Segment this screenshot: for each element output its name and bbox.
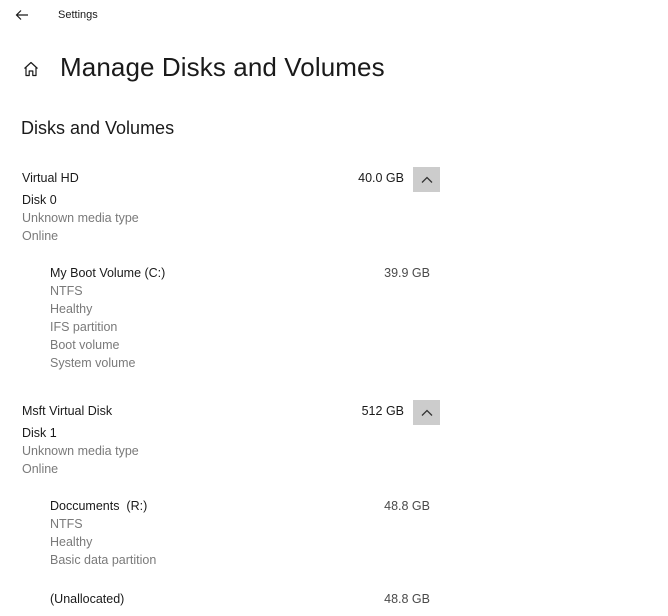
disk-media-type: Unknown media type bbox=[22, 444, 139, 458]
title-bar: Settings bbox=[0, 0, 668, 32]
volume-size: 48.8 GB bbox=[384, 499, 430, 513]
chevron-up-icon bbox=[421, 409, 432, 416]
volume-size: 39.9 GB bbox=[384, 266, 430, 280]
collapse-button[interactable] bbox=[413, 167, 440, 192]
disk-media-type: Unknown media type bbox=[22, 211, 139, 225]
arrow-left-icon bbox=[15, 10, 28, 20]
page-title: Manage Disks and Volumes bbox=[60, 52, 385, 82]
volume-health: Healthy bbox=[50, 302, 93, 316]
home-button[interactable] bbox=[22, 60, 40, 78]
disk-status: Online bbox=[22, 229, 59, 243]
volume-filesystem: NTFS bbox=[50, 517, 83, 531]
disk-name: Virtual HD bbox=[22, 171, 79, 185]
volume-filesystem: NTFS bbox=[50, 284, 83, 298]
volume-name[interactable]: Doccuments (R:) bbox=[50, 499, 147, 513]
disk-size: 40.0 GB bbox=[358, 171, 404, 185]
volume-health: Healthy bbox=[50, 535, 93, 549]
volume-boot-flag: Boot volume bbox=[50, 338, 120, 352]
volume-system-flag: System volume bbox=[50, 356, 136, 370]
disk-size: 512 GB bbox=[361, 404, 404, 418]
app-title: Settings bbox=[58, 9, 98, 21]
disk-label: Disk 0 bbox=[22, 193, 57, 207]
back-button[interactable] bbox=[10, 5, 34, 25]
collapse-button[interactable] bbox=[413, 400, 440, 425]
home-icon bbox=[24, 61, 38, 77]
volume-size: 48.8 GB bbox=[384, 592, 430, 606]
section-title: Disks and Volumes bbox=[21, 118, 175, 138]
disk-status: Online bbox=[22, 462, 59, 476]
volume-partition-type: Basic data partition bbox=[50, 553, 157, 567]
chevron-up-icon bbox=[421, 176, 432, 183]
disk-label: Disk 1 bbox=[22, 426, 57, 440]
volume-name[interactable]: My Boot Volume (C:) bbox=[50, 266, 165, 280]
disk-name: Msft Virtual Disk bbox=[22, 404, 113, 418]
volume-name[interactable]: (Unallocated) bbox=[50, 592, 124, 606]
volume-partition-type: IFS partition bbox=[50, 320, 118, 334]
